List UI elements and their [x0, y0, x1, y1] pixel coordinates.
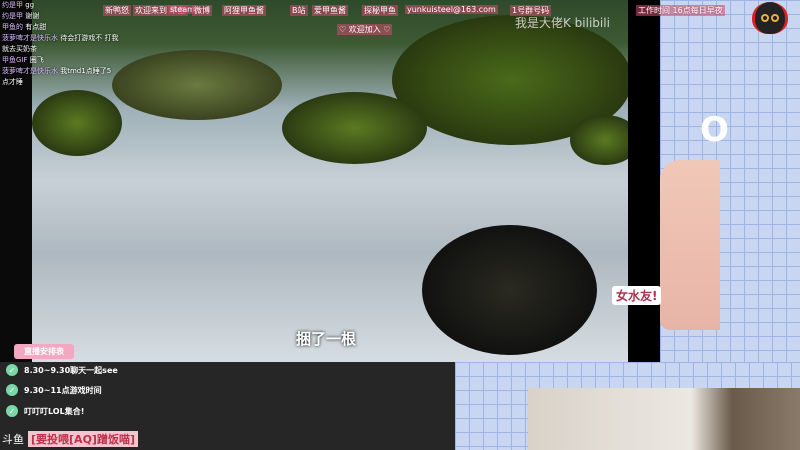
danmu: 爱甲鱼酱 — [312, 5, 348, 16]
rock — [112, 50, 282, 120]
schedule-item: ✓ 9.30~11点游戏时间 — [6, 384, 102, 396]
chat-message: 约是甲 gg — [2, 1, 35, 9]
room-name: [要投喂[AQ]蹭饭喵] — [28, 431, 138, 447]
danmu: 1号群号码 — [510, 5, 552, 16]
danmu: 微博 — [192, 5, 212, 16]
danmu: 探秘甲鱼 — [362, 5, 398, 16]
chat-message: 甲鱼GIF 圈飞 — [2, 56, 44, 64]
chat-overlay: 约是甲 gg 约是甲 谢谢 甲鱼的 有点甜 菠萝啤才是快乐水 待会打游戏不 打我… — [2, 0, 119, 88]
black-cat-icon — [752, 2, 788, 34]
chat-message: 菠萝啤才是快乐水 我tmd1点睡了5 — [2, 67, 112, 75]
danmu: 工作时间 16点每日早夜 — [636, 5, 725, 16]
danmu: 阿狸甲鱼酱 — [222, 5, 266, 16]
schedule-item: ✓ 8.30~9.30聊天一起see — [6, 364, 118, 376]
right-black-bar — [628, 0, 660, 362]
rock — [422, 225, 597, 355]
nickname-tag: 女水友! — [612, 286, 662, 305]
danmu: yunkuisteel@163.com — [405, 5, 498, 14]
check-icon: ✓ — [6, 384, 18, 396]
chat-message: 点才睡 — [2, 78, 23, 86]
schedule-item: ✓ 叮叮叮LOL集合! — [6, 405, 84, 417]
check-icon: ✓ — [6, 405, 18, 417]
danmu: 新鸭怒 — [103, 5, 131, 16]
danmu: ♡ 欢迎加入 ♡ — [337, 24, 393, 35]
rock — [32, 90, 122, 156]
danmu: B站 — [290, 5, 308, 16]
chat-message: 就去买奶茶 — [2, 45, 37, 53]
video-subtitle: 捆了一根 — [296, 330, 357, 348]
chat-message: 约是甲 谢谢 — [2, 12, 40, 20]
rock — [570, 115, 628, 165]
platform-logo: 斗鱼 — [2, 433, 24, 446]
video-watermark: 我是大佬K bilibili — [515, 16, 610, 30]
chat-message: 菠萝啤才是快乐水 待会打游戏不 打我 — [2, 34, 119, 42]
rock — [282, 92, 427, 164]
webcam-feed — [528, 388, 800, 450]
schedule-title: 直播安排表 — [14, 344, 74, 359]
decorative-letters: O — [700, 110, 729, 150]
video-stream[interactable] — [32, 0, 628, 362]
anime-character-illustration — [660, 160, 720, 330]
chat-message: 甲鱼的 有点甜 — [2, 23, 47, 31]
check-icon: ✓ — [6, 364, 18, 376]
